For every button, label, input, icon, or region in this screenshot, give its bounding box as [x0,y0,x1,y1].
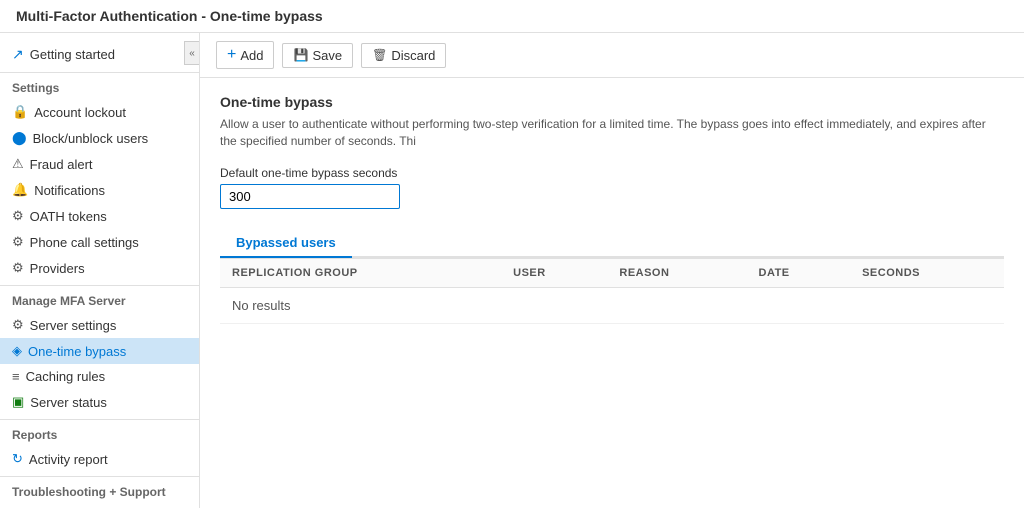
toolbar: + Add 💾 Save 🗑 Discard [200,33,1024,78]
account-lockout-icon: 🔒 [12,104,28,120]
server-status-icon: ▣ [12,394,24,410]
content-area: + Add 💾 Save 🗑 Discard One-time bypass A… [200,33,1024,508]
sidebar-section-mfa-server: Manage MFA Server [0,285,199,312]
save-label: Save [312,48,342,63]
col-replication-group: REPLICATION GROUP [220,258,501,287]
providers-icon: ⚙ [12,260,24,276]
discard-icon: 🗑 [372,48,387,62]
section-description: Allow a user to authenticate without per… [220,116,1004,150]
sidebar-item-label: Fraud alert [30,157,93,172]
save-icon: 💾 [293,48,308,62]
sidebar-section-reports: Reports [0,419,199,446]
sidebar: « ↗ Getting started Settings 🔒 Account l… [0,33,200,508]
col-seconds: SECONDS [850,258,1004,287]
one-time-bypass-icon: ◈ [12,343,22,359]
sidebar-item-caching-rules[interactable]: ≡ Caching rules [0,364,199,389]
sidebar-item-label: Phone call settings [30,235,139,250]
sidebar-item-block-unblock[interactable]: ⬤ Block/unblock users [0,125,199,151]
discard-label: Discard [391,48,435,63]
sidebar-item-label: Notifications [34,183,105,198]
sidebar-item-getting-started[interactable]: ↗ Getting started [0,41,199,68]
caching-rules-icon: ≡ [12,369,20,384]
sidebar-collapse-button[interactable]: « [184,41,200,65]
no-results-row: No results [220,287,1004,323]
sidebar-section-settings: Settings [0,72,199,99]
sidebar-item-label: One-time bypass [28,344,126,359]
phone-call-icon: ⚙ [12,234,24,250]
sidebar-item-label: Server status [30,395,107,410]
sidebar-item-activity-report[interactable]: ↻ Activity report [0,446,199,472]
main-layout: « ↗ Getting started Settings 🔒 Account l… [0,33,1024,508]
sidebar-item-account-lockout[interactable]: 🔒 Account lockout [0,99,199,125]
col-date: DATE [747,258,851,287]
content-body: One-time bypass Allow a user to authenti… [200,78,1024,508]
oath-tokens-icon: ⚙ [12,208,24,224]
title-bar: Multi-Factor Authentication - One-time b… [0,0,1024,33]
notifications-icon: 🔔 [12,182,28,198]
sidebar-item-one-time-bypass[interactable]: ◈ One-time bypass [0,338,199,364]
sidebar-item-label: Activity report [29,452,108,467]
sidebar-item-label: OATH tokens [30,209,107,224]
sidebar-item-label: Block/unblock users [33,131,149,146]
sidebar-item-label: Server settings [30,318,117,333]
sidebar-item-fraud-alert[interactable]: ⚠ Fraud alert [0,151,199,177]
discard-button[interactable]: 🗑 Discard [361,43,446,68]
page-title: Multi-Factor Authentication - One-time b… [16,8,323,24]
section-title: One-time bypass [220,94,1004,110]
add-icon: + [227,46,236,64]
col-reason: REASON [607,258,746,287]
bypass-seconds-label: Default one-time bypass seconds [220,166,1004,180]
bypassed-users-table: REPLICATION GROUP USER REASON DATE SECON… [220,258,1004,324]
sidebar-item-label: Getting started [30,47,115,62]
add-button[interactable]: + Add [216,41,274,69]
sidebar-item-label: Caching rules [26,369,106,384]
bypass-seconds-input[interactable] [220,184,400,209]
sidebar-item-label: Account lockout [34,105,126,120]
sidebar-item-server-settings[interactable]: ⚙ Server settings [0,312,199,338]
tab-bypassed-users[interactable]: Bypassed users [220,229,352,258]
sidebar-item-troubleshoot[interactable]: 🔧 Troubleshoot [0,503,199,508]
block-unblock-icon: ⬤ [12,130,27,146]
sidebar-item-phone-call[interactable]: ⚙ Phone call settings [0,229,199,255]
fraud-alert-icon: ⚠ [12,156,24,172]
save-button[interactable]: 💾 Save [282,43,353,68]
getting-started-icon: ↗ [12,46,24,63]
sidebar-item-label: Providers [30,261,85,276]
table-container: REPLICATION GROUP USER REASON DATE SECON… [220,258,1004,324]
sidebar-item-oath-tokens[interactable]: ⚙ OATH tokens [0,203,199,229]
table-header-row: REPLICATION GROUP USER REASON DATE SECON… [220,258,1004,287]
tab-label: Bypassed users [236,235,336,250]
no-results-text: No results [220,287,1004,323]
add-label: Add [240,48,263,63]
sidebar-section-troubleshooting: Troubleshooting + Support [0,476,199,503]
activity-report-icon: ↻ [12,451,23,467]
sidebar-item-notifications[interactable]: 🔔 Notifications [0,177,199,203]
col-user: USER [501,258,607,287]
sidebar-item-providers[interactable]: ⚙ Providers [0,255,199,281]
tabs: Bypassed users [220,229,1004,258]
server-settings-icon: ⚙ [12,317,24,333]
sidebar-item-server-status[interactable]: ▣ Server status [0,389,199,415]
